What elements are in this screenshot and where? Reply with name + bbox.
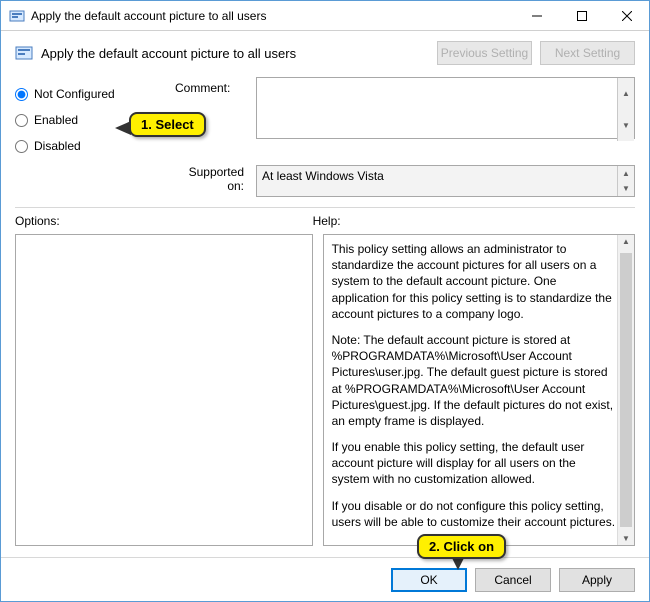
annotation-clickon: 2. Click on (417, 534, 506, 559)
supported-on-label: Supported on: (175, 165, 250, 193)
next-setting-button[interactable]: Next Setting (540, 41, 635, 65)
comment-label: Comment: (175, 81, 250, 95)
titlebar: Apply the default account picture to all… (1, 1, 649, 31)
options-heading: Options: (15, 214, 313, 228)
window-title: Apply the default account picture to all… (31, 9, 266, 23)
close-button[interactable] (604, 1, 649, 30)
help-panel: This policy setting allows an administra… (323, 234, 635, 546)
cancel-button[interactable]: Cancel (475, 568, 551, 592)
scroll-down-icon[interactable]: ▼ (617, 110, 634, 142)
policy-name-label: Apply the default account picture to all… (41, 46, 296, 61)
comment-textarea[interactable] (256, 77, 635, 139)
annotation-select: 1. Select (129, 112, 206, 137)
apply-button[interactable]: Apply (559, 568, 635, 592)
scrollbar-thumb[interactable] (620, 253, 632, 527)
header-row: Apply the default account picture to all… (1, 31, 649, 69)
radio-label: Not Configured (34, 87, 115, 101)
ok-button[interactable]: OK (391, 568, 467, 592)
minimize-button[interactable] (514, 1, 559, 30)
scroll-up-icon[interactable]: ▲ (617, 78, 634, 110)
help-scrollbar[interactable]: ▲ ▼ (617, 235, 634, 545)
dialog-footer: OK Cancel Apply (1, 557, 649, 601)
scroll-down-icon[interactable]: ▼ (617, 181, 634, 196)
radio-label: Disabled (34, 139, 81, 153)
help-paragraph: Note: The default account picture is sto… (332, 332, 616, 429)
supported-on-value: At least Windows Vista (256, 165, 635, 197)
radio-label: Enabled (34, 113, 78, 127)
previous-setting-button[interactable]: Previous Setting (437, 41, 532, 65)
help-paragraph: If you enable this policy setting, the d… (332, 439, 616, 488)
scroll-up-icon[interactable]: ▲ (617, 166, 634, 181)
maximize-button[interactable] (559, 1, 604, 30)
help-paragraph: This policy setting allows an administra… (332, 241, 616, 322)
policy-icon (9, 8, 25, 24)
options-panel (15, 234, 313, 546)
radio-not-configured[interactable]: Not Configured (15, 81, 175, 107)
policy-large-icon (15, 44, 33, 62)
help-heading: Help: (313, 214, 635, 228)
help-paragraph: If you disable or do not configure this … (332, 498, 616, 530)
